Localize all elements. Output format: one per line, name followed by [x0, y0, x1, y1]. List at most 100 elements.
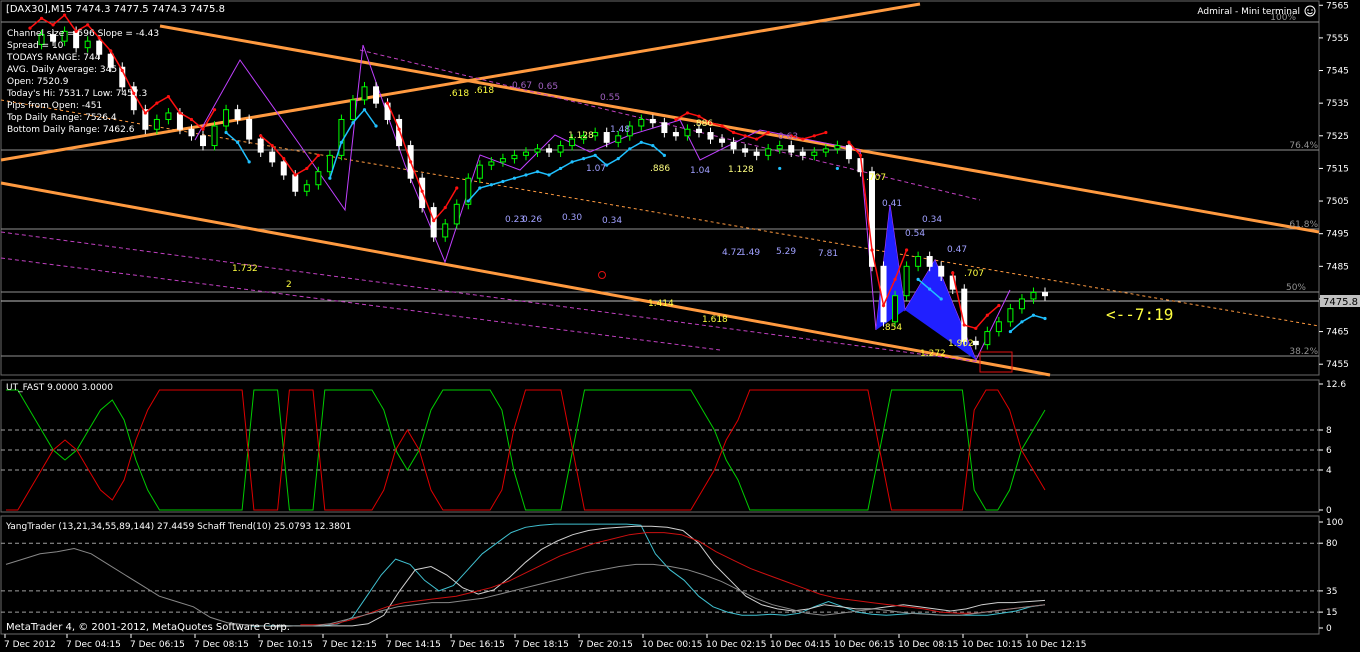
yang-trader-lines — [1, 523, 1319, 628]
info-line: Pips from Open: -451 — [7, 101, 102, 111]
pattern-ratio-label: 1.272 — [920, 349, 946, 359]
price-tick-label: 7455 — [1326, 360, 1349, 370]
pattern-ratio-label: 0.63 — [778, 132, 798, 142]
info-line: Top Daily Range: 7526.4 — [6, 113, 117, 123]
candle-body — [730, 141, 737, 150]
time-tick-label: 10 Dec 00:15 — [642, 640, 703, 650]
candle-body — [361, 86, 368, 101]
candle-body — [822, 148, 829, 153]
axis-tick-label: 0 — [1326, 624, 1332, 634]
terminal-label[interactable]: Admiral - Mini terminal — [1197, 7, 1300, 17]
time-tick-label: 7 Dec 14:15 — [386, 640, 441, 650]
info-line: AVG. Daily Average: 345 — [7, 65, 117, 75]
axis-tick-label: 6 — [1326, 446, 1332, 456]
candle-body — [280, 161, 287, 176]
candle-body — [165, 112, 172, 120]
pattern-ratio-label: .854 — [882, 323, 902, 333]
price-tick-label: 7465 — [1326, 328, 1349, 338]
candle-body — [442, 223, 449, 238]
time-tick-label: 10 Dec 02:15 — [706, 640, 767, 650]
axis-tick-label: 12.6 — [1326, 380, 1346, 390]
candle-body — [661, 122, 668, 134]
time-tick-label: 7 Dec 08:15 — [194, 640, 249, 650]
symbol-line: [DAX30],M15 7474.3 7477.5 7474.3 7475.8 — [6, 4, 225, 15]
candle-body — [995, 321, 1002, 333]
trading-chart[interactable]: 1.1281.48.8861.07.886 1.04 1.1280.230.26 0.… — [0, 0, 1360, 652]
candle-body — [915, 256, 922, 267]
time-tick-label: 10 Dec 06:15 — [834, 640, 895, 650]
time-axis: 7 Dec 2012 7 Dec 04:15 7 Dec 06:15 7 Dec 08… — [4, 634, 1087, 650]
pattern-ratio-label: 1.732 — [232, 264, 258, 274]
ut-fast-lines — [1, 389, 1319, 511]
time-tick-label: 10 Dec 10:15 — [962, 640, 1023, 650]
axis-tick-label: 100 — [1326, 518, 1343, 528]
trail-dot — [778, 166, 782, 171]
time-tick-label: 7 Dec 12:15 — [322, 640, 377, 650]
pattern-ratio-label: 1.49 — [740, 248, 760, 258]
fib-label-50: 50% — [1286, 283, 1306, 293]
info-line: Open: 7520.9 — [7, 77, 69, 87]
price-tick-label: 7495 — [1326, 230, 1349, 240]
candle-body — [638, 118, 645, 127]
pattern-ratio-label: .618 — [449, 89, 469, 99]
time-tick-label: 7 Dec 16:15 — [450, 640, 505, 650]
time-tick-label: 10 Dec 04:15 — [770, 640, 831, 650]
fib-label-38: 38.2% — [1289, 347, 1318, 357]
candle-body — [672, 132, 679, 137]
info-line: Bottom Daily Range: 7462.6 — [7, 125, 135, 135]
candle-body — [246, 118, 253, 140]
axis-tick-label: 8 — [1326, 426, 1332, 436]
indicator-schaff-line — [251, 523, 1046, 627]
copyright: MetaTrader 4, © 2001-2012, MetaQuotes So… — [6, 622, 290, 633]
pattern-ratio-label: 1.07 — [586, 164, 606, 174]
pattern-ratio-label: 1.414 — [648, 299, 674, 309]
candle-body — [984, 331, 991, 346]
indicator-signal-line — [273, 525, 1046, 627]
candle-body — [200, 135, 207, 147]
price-tick-label: 7505 — [1326, 197, 1349, 207]
smiley-icon — [1304, 5, 1316, 17]
fib-label-76: 76.4% — [1289, 141, 1318, 151]
candle-body — [788, 145, 795, 153]
candle-body — [511, 154, 518, 160]
time-tick-label: 7 Dec 04:15 — [66, 640, 121, 650]
pattern-ratio-label: 0.54 — [905, 229, 925, 239]
candle-body — [615, 135, 622, 143]
bar-countdown: <--7:19 — [1106, 305, 1173, 324]
time-tick-label: 7 Dec 06:15 — [130, 640, 185, 650]
pattern-ratio-label: 2 — [286, 280, 292, 290]
candle-body — [257, 138, 264, 153]
trail-segment — [467, 141, 665, 202]
info-line: Today's Hi: 7531.7 Low: 7457.3 — [6, 89, 147, 99]
candle-body — [476, 164, 483, 179]
price-tick-label: 7555 — [1326, 34, 1349, 44]
candle-body — [972, 340, 979, 346]
fib-label-61: 61.8% — [1289, 220, 1318, 230]
trail-segment — [225, 131, 250, 163]
price-tick-label: 7525 — [1326, 132, 1349, 142]
pattern-ratio-label: 1.902 — [948, 339, 974, 349]
candle-body — [546, 148, 553, 153]
price-tick-label: 7535 — [1326, 99, 1349, 109]
candle-body — [303, 184, 310, 192]
pattern-ratio-label: 5.29 — [776, 247, 796, 257]
axis-tick-label: 0 — [1326, 506, 1332, 516]
pattern-ratio-label: .886 — [693, 119, 713, 129]
candle-body — [776, 145, 783, 150]
candle-body — [926, 256, 933, 267]
candle-body — [211, 125, 218, 147]
axis-tick-label: 80 — [1326, 539, 1338, 549]
trail-segment — [1009, 314, 1046, 333]
price-tick-label: 7515 — [1326, 164, 1349, 174]
candle-body — [811, 151, 818, 156]
candle-body — [719, 138, 726, 143]
candle-body — [903, 265, 910, 297]
candle-body — [488, 161, 495, 166]
axis-tick-label: 35 — [1326, 587, 1337, 597]
time-tick-label: 10 Dec 08:15 — [898, 640, 959, 650]
ut-fast-panel-frame — [0, 379, 1320, 513]
candle-body — [765, 148, 772, 156]
candle-body — [188, 128, 195, 137]
pattern-ratio-label: 7.81 — [818, 249, 838, 259]
axis-tick-label: 4 — [1326, 466, 1332, 476]
